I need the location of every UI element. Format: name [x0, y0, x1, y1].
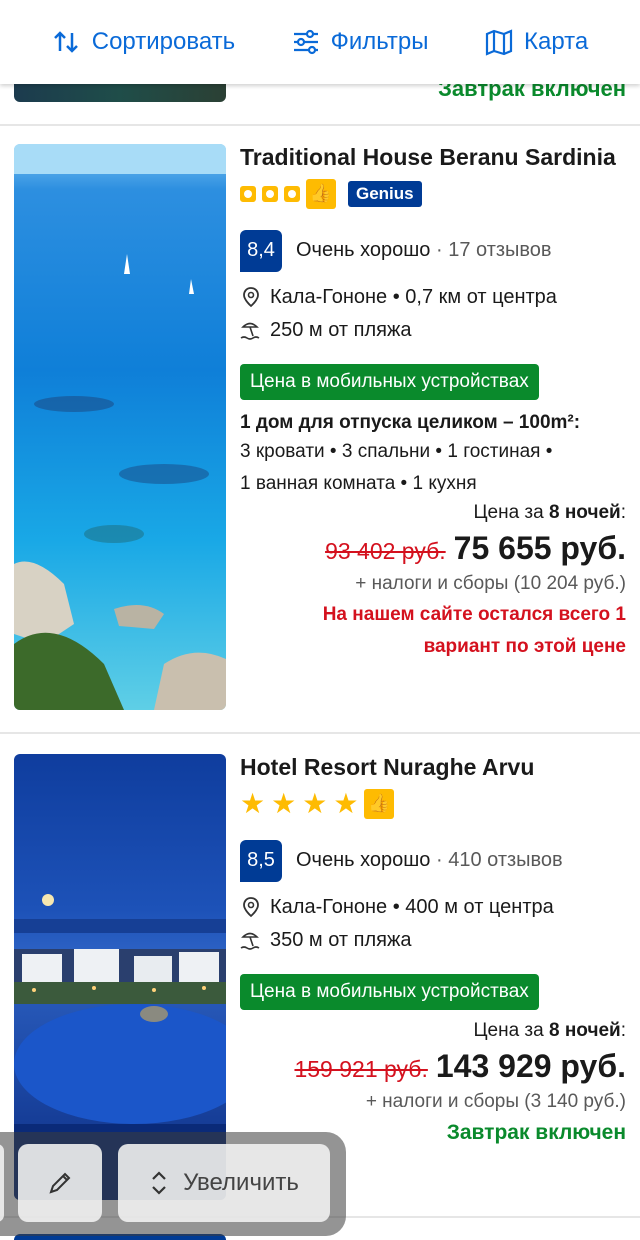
beach-distance: 250 м от пляжа [270, 318, 412, 341]
zoom-label: Увеличить [183, 1169, 299, 1196]
hotel-photo[interactable] [14, 144, 226, 710]
pencil-icon [49, 1172, 71, 1194]
location-text: Кала-Гононе • 400 м от центра [270, 895, 554, 918]
zoom-button[interactable]: Увеличить [118, 1144, 330, 1222]
previous-card[interactable]: Завтрак включен [0, 84, 640, 126]
price-line: 93 402 руб. 75 655 руб. [240, 530, 626, 567]
nights-count: 8 ночей [548, 501, 621, 523]
hotel-photo-image [14, 144, 226, 710]
hotel-card[interactable]: Traditional House Beranu Sardinia 👍 Geni… [0, 124, 640, 734]
rating-word: Очень хорошо [296, 849, 431, 872]
review-count: · 410 отзывов [436, 849, 563, 872]
taxes-and-fees: + налоги и сборы (3 140 руб.) [365, 1090, 626, 1112]
filters-label: Фильтры [330, 28, 429, 55]
taxes-and-fees: + налоги и сборы (10 204 руб.) [355, 572, 626, 594]
chevron-up-down-icon [152, 1171, 166, 1195]
map-button[interactable]: Карта [484, 27, 588, 57]
beach-row: 250 м от пляжа [240, 319, 626, 342]
sort-button[interactable]: Сортировать [52, 27, 235, 57]
hotel-name-link[interactable]: Hotel Resort Nuraghe Arvu [240, 754, 626, 782]
scarcity-line: На нашем сайте остался всего 1 [322, 603, 626, 625]
beach-distance: 350 м от пляжа [270, 928, 412, 951]
price-for-nights: Цена за 8 ночей: [240, 502, 626, 524]
unit-description-line: 1 ванная комната • 1 кухня [240, 472, 477, 494]
unit-description: 3 кровати • 3 спальни • 1 гостиная • 1 в… [240, 436, 626, 500]
price-for-nights: Цена за 8 ночей: [240, 1020, 626, 1042]
price-for-suffix: : [620, 1019, 626, 1041]
price-block: Цена за 8 ночей: 93 402 руб. 75 655 руб.… [240, 502, 626, 663]
rating-word: Очень хорошо [296, 239, 431, 262]
nights-count: 8 ночей [548, 1019, 621, 1041]
old-price: 93 402 руб. [325, 537, 446, 564]
hotel-info: Hotel Resort Nuraghe Arvu ★ ★ ★ ★ 👍 8,5 … [240, 754, 626, 1145]
current-price: 75 655 руб. [453, 529, 626, 566]
hotel-name-link[interactable]: Traditional House Beranu Sardinia [240, 144, 626, 172]
review-score-badge: 8,4 [240, 229, 282, 272]
star-icon: ★ [333, 787, 359, 819]
mobile-price-badge: Цена в мобильных устройствах [240, 973, 539, 1010]
current-price: 143 929 руб. [435, 1047, 626, 1084]
price-for-suffix: : [620, 501, 626, 523]
hotel-info: Traditional House Beranu Sardinia 👍 Geni… [240, 144, 626, 663]
price-for-prefix: Цена за [473, 501, 544, 523]
hotel-badges: ★ ★ ★ ★ 👍 [240, 788, 626, 820]
genius-badge: Genius [348, 180, 422, 207]
location-row: Кала-Гононе • 0,7 км от центра [240, 286, 626, 309]
filters-button[interactable]: Фильтры [291, 27, 429, 57]
overlay-edge-handle[interactable] [0, 1144, 4, 1222]
star-icon: ★ [240, 787, 266, 819]
unit-title: 1 дом для отпуска целиком – 100m²: [240, 411, 581, 433]
map-icon [485, 29, 513, 56]
old-price: 159 921 руб. [294, 1055, 428, 1082]
edit-button[interactable] [18, 1144, 102, 1222]
rating-square-icon [262, 185, 278, 202]
location-pin-icon [243, 287, 259, 308]
review-score-row: 8,5 Очень хорошо · 410 отзывов [240, 839, 626, 882]
hotel-badges: 👍 Genius [240, 178, 626, 210]
location-pin-icon [243, 897, 259, 918]
scarcity-line: вариант по этой цене [423, 635, 626, 657]
location-row: Кала-Гононе • 400 м от центра [240, 896, 626, 919]
review-score-row: 8,4 Очень хорошо · 17 отзывов [240, 229, 626, 272]
location-text: Кала-Гононе • 0,7 км от центра [270, 285, 557, 308]
sort-icon [53, 31, 78, 53]
previous-card-photo [14, 84, 226, 102]
review-count: · 17 отзывов [436, 239, 552, 262]
unit-description-line: 3 кровати • 3 спальни • 1 гостиная • [240, 440, 553, 462]
sort-label: Сортировать [91, 28, 236, 55]
price-line: 159 921 руб. 143 929 руб. [240, 1048, 626, 1085]
sort-filter-map-toolbar: Сортировать Фильтры Карта [0, 0, 640, 84]
rating-square-icon [240, 185, 256, 202]
thumbs-up-icon: 👍 [306, 178, 336, 209]
mobile-price-badge: Цена в мобильных устройствах [240, 363, 539, 400]
scarcity-message: На нашем сайте остался всего 1 вариант п… [240, 599, 626, 663]
rating-square-icon [284, 185, 300, 202]
floating-toolbar: Увеличить [0, 1132, 346, 1236]
beach-icon [240, 932, 260, 950]
beach-icon [240, 322, 260, 340]
map-label: Карта [524, 28, 589, 55]
review-score-badge: 8,5 [240, 839, 282, 882]
price-block: Цена за 8 ночей: 159 921 руб. 143 929 ру… [240, 1020, 626, 1145]
star-icon: ★ [302, 787, 328, 819]
beach-row: 350 м от пляжа [240, 929, 626, 952]
price-for-prefix: Цена за [473, 1019, 544, 1041]
star-icon: ★ [271, 787, 297, 819]
thumbs-up-icon: 👍 [364, 788, 395, 819]
sliders-icon [293, 29, 318, 55]
